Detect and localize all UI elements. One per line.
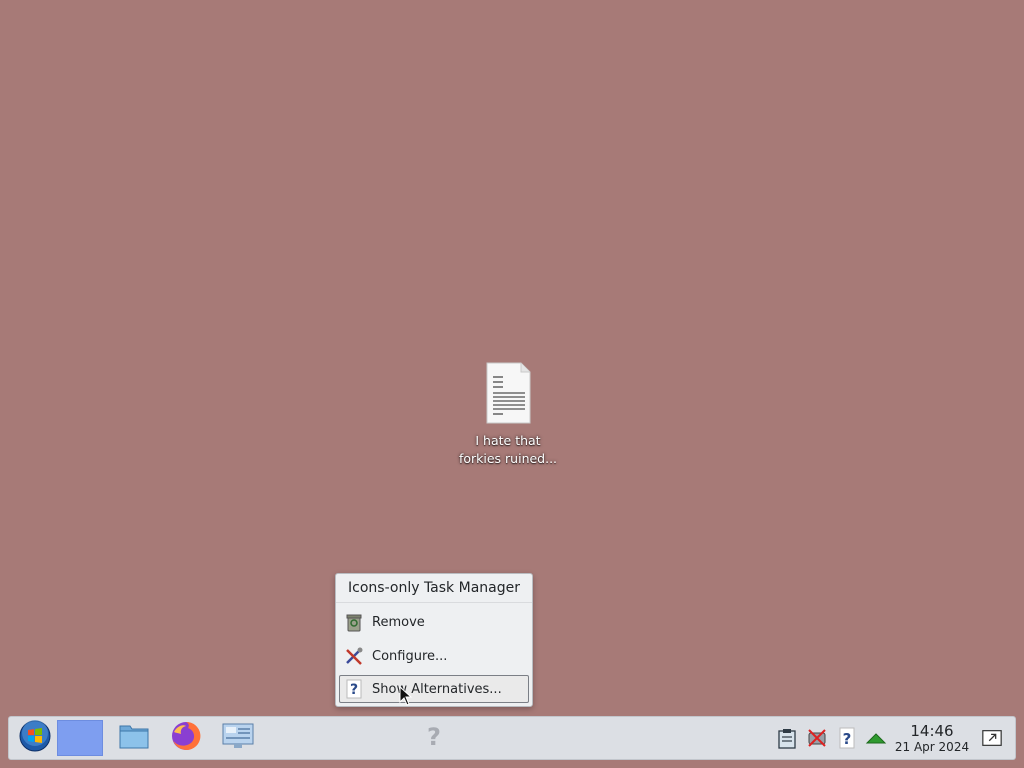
clock-date: 21 Apr 2024: [894, 740, 970, 754]
configure-tools-icon: [343, 645, 365, 667]
task-manager-context-menu: Icons-only Task Manager Remove Configure…: [335, 573, 533, 707]
network-disconnected-icon[interactable]: [806, 727, 828, 749]
help-icon[interactable]: ?: [836, 727, 858, 749]
desktop-file-label: I hate that forkies ruined...: [452, 432, 564, 468]
desktop-file-label-line1: I hate that: [475, 433, 541, 448]
updates-arrow-icon[interactable]: [865, 727, 887, 749]
clipboard-icon[interactable]: [776, 727, 798, 749]
menu-item-remove[interactable]: Remove: [339, 608, 529, 636]
system-settings-launcher[interactable]: [215, 720, 261, 756]
svg-text:?: ?: [843, 730, 852, 748]
menu-item-remove-label: Remove: [372, 614, 425, 630]
svg-text:?: ?: [427, 723, 441, 749]
unknown-task-button[interactable]: ?: [411, 720, 457, 756]
settings-monitor-icon: [221, 721, 255, 755]
web-browser-launcher[interactable]: [163, 720, 209, 756]
file-manager-launcher[interactable]: [111, 720, 157, 756]
taskbar-panel: ? ? 14:46 21 Apr 2024: [8, 716, 1016, 760]
start-orb-icon: [19, 720, 51, 756]
active-window-task[interactable]: [57, 720, 103, 756]
application-launcher-button[interactable]: [12, 720, 58, 756]
menu-item-show-alternatives-label: Show Alternatives...: [372, 681, 502, 697]
desktop-file-icon[interactable]: I hate that forkies ruined...: [452, 360, 564, 468]
text-document-icon: [485, 362, 531, 424]
menu-item-configure-label: Configure...: [372, 648, 448, 664]
show-desktop-icon[interactable]: [981, 727, 1003, 749]
mouse-cursor-icon: [399, 685, 413, 710]
question-icon: ?: [343, 678, 365, 700]
menu-item-configure[interactable]: Configure...: [339, 642, 529, 670]
digital-clock[interactable]: 14:46 21 Apr 2024: [891, 722, 973, 755]
folder-icon: [118, 722, 150, 754]
firefox-icon: [170, 720, 202, 756]
question-icon: ?: [423, 723, 445, 753]
context-menu-title: Icons-only Task Manager: [336, 574, 532, 603]
menu-item-show-alternatives[interactable]: ? Show Alternatives...: [339, 675, 529, 703]
clock-time: 14:46: [910, 722, 954, 740]
desktop-file-label-line2: forkies ruined...: [458, 451, 558, 466]
trash-icon: [343, 611, 365, 633]
svg-text:?: ?: [350, 682, 358, 698]
